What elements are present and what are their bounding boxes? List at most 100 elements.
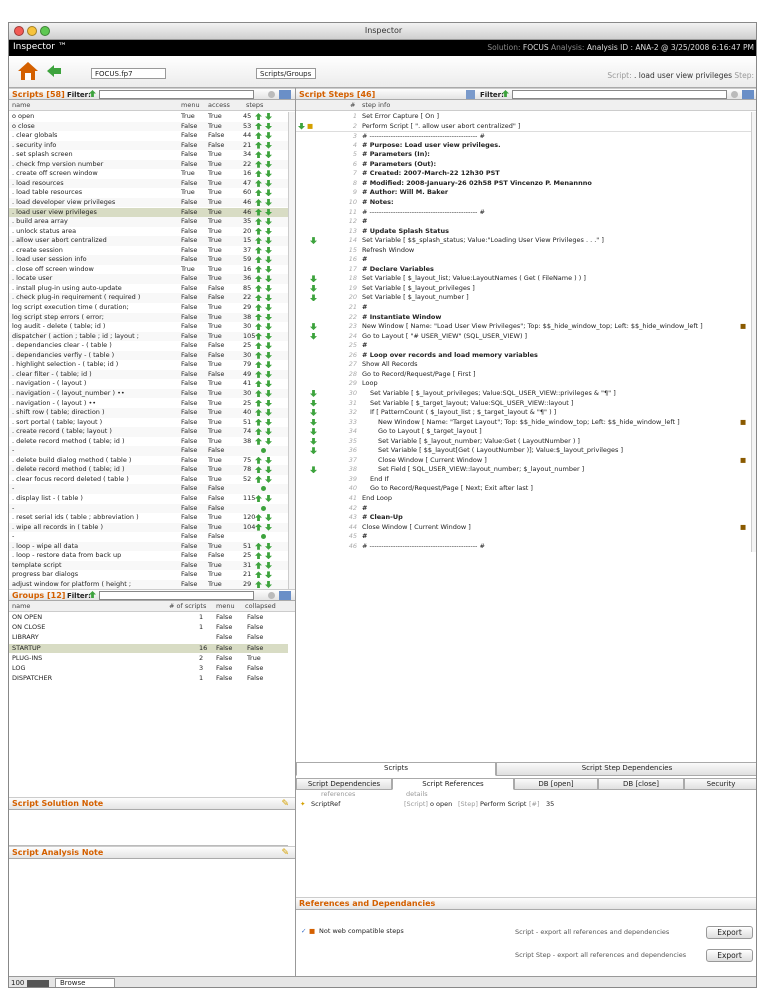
expand-arrow-icon[interactable] [255, 113, 262, 120]
clear-filter-icon[interactable] [268, 91, 275, 98]
pencil-icon[interactable]: ✎ [281, 848, 289, 858]
tab-script-dependencies[interactable]: Script Dependencies [296, 778, 392, 790]
collapse-arrow-icon[interactable] [265, 198, 272, 206]
collapse-arrow-icon[interactable] [265, 170, 272, 178]
zoom-controls-icon[interactable] [27, 980, 49, 987]
script-row[interactable]: - False False [9, 503, 288, 514]
script-row[interactable]: - False False [9, 484, 288, 494]
script-row[interactable]: . clear globals False False 44 [9, 131, 288, 141]
step-row[interactable]: 31 Set Variable [ $_target_layout; Value:… [296, 399, 751, 409]
expand-arrow-icon[interactable] [255, 370, 262, 378]
step-row[interactable]: 33 New Window [ Name: "Target Layout"; To… [296, 418, 751, 428]
collapse-arrow-icon[interactable] [265, 466, 272, 474]
collapse-arrow-icon[interactable] [265, 122, 272, 130]
script-row[interactable]: o close False True 53 [9, 121, 288, 132]
step-row[interactable]: 1 Set Error Capture [ On ] [296, 112, 751, 122]
script-row[interactable]: . load resources False True 47 [9, 178, 288, 189]
collapse-arrow-icon[interactable] [265, 208, 272, 216]
script-row[interactable]: . check fmp version number False True 22 [9, 159, 288, 170]
script-row[interactable]: . build area array False True 35 [9, 217, 288, 227]
expand-arrow-icon[interactable] [255, 351, 262, 359]
script-row[interactable]: - False False [9, 446, 288, 456]
collapse-arrow-icon[interactable] [265, 275, 272, 283]
group-row[interactable]: ON CLOSE 1 False False [9, 623, 288, 633]
script-row[interactable]: . create off screen window True True 16 [9, 169, 288, 179]
step-row[interactable]: 34 Go to Layout [ $_target_layout ] [296, 427, 751, 437]
script-row[interactable]: adjust window for platform ( height ; Fal… [9, 579, 288, 590]
script-row[interactable]: . clear focus record deleted ( table ) Fa… [9, 475, 288, 485]
col-access[interactable]: access [208, 101, 230, 109]
step-row[interactable]: 37 Close Window [ Current Window ] ■ [296, 456, 751, 466]
expand-arrow-icon[interactable] [255, 265, 262, 273]
col-num-scripts[interactable]: # of scripts [169, 602, 206, 610]
script-row[interactable]: . wipe all records in ( table ) False True… [9, 522, 288, 533]
collapse-arrow-icon[interactable] [265, 523, 272, 531]
expand-arrow-icon[interactable] [255, 189, 262, 197]
expand-arrow-icon[interactable] [255, 179, 262, 187]
document-icon[interactable] [466, 90, 475, 99]
collapse-arrow-icon[interactable] [265, 323, 272, 331]
expand-arrow-icon[interactable] [255, 399, 262, 407]
col-steps[interactable]: steps [246, 101, 263, 109]
collapse-arrow-icon[interactable] [265, 351, 272, 359]
script-row[interactable]: . set splash screen False True 34 [9, 150, 288, 160]
step-row[interactable]: 11 # ------------------------------------… [296, 208, 751, 218]
ref-row[interactable]: ✦ ScriptRef [Script] o open [Step] Perfo… [296, 800, 751, 810]
script-row[interactable]: . delete build dialog method ( table ) Fa… [9, 456, 288, 466]
collapse-arrow-icon[interactable] [265, 456, 272, 464]
step-row[interactable]: 18 Set Variable [ $_layout_list; Value:La… [296, 274, 751, 284]
home-icon[interactable] [17, 61, 39, 81]
expand-arrow-icon[interactable] [255, 323, 262, 331]
script-row[interactable]: . check plug-in requirement ( required )… [9, 293, 288, 303]
expand-arrow-icon[interactable] [255, 542, 262, 550]
script-row[interactable]: . delete record method ( table; id ) Fals… [9, 465, 288, 475]
collapse-arrow-icon[interactable] [265, 160, 272, 168]
script-row[interactable]: . unlock status area False True 20 [9, 227, 288, 237]
script-row[interactable]: . load table resources True True 60 [9, 188, 288, 198]
col-collapsed[interactable]: collapsed [245, 602, 276, 610]
script-row[interactable]: . load user view privileges False True 46 [9, 207, 288, 217]
clear-filter-icon[interactable] [731, 91, 738, 98]
file-selector[interactable]: FOCUS.fp7 [91, 68, 166, 79]
script-row[interactable]: . clear filter - ( table; id ) False False… [9, 369, 288, 380]
collapse-arrow-icon[interactable] [265, 141, 272, 149]
tab-scripts[interactable]: Scripts [296, 762, 496, 776]
step-row[interactable]: 13 # Update Splash Status [296, 227, 751, 237]
step-row[interactable]: 28 Go to Record/Request/Page [ First ] [296, 370, 751, 380]
collapse-arrow-icon[interactable] [265, 399, 272, 407]
collapse-arrow-icon[interactable] [265, 428, 272, 436]
collapse-arrow-icon[interactable] [265, 132, 272, 140]
expand-arrow-icon[interactable] [255, 466, 262, 474]
collapse-arrow-icon[interactable] [265, 294, 272, 302]
script-row[interactable]: . create session False True 37 [9, 246, 288, 256]
script-row[interactable]: . highlight selection - ( table; id ) Fal… [9, 360, 288, 370]
collapse-arrow-icon[interactable] [265, 361, 272, 369]
collapse-arrow-icon[interactable] [265, 265, 272, 273]
step-row[interactable]: 43 # Clean-Up [296, 513, 751, 523]
group-row[interactable]: LIBRARY False False [9, 633, 288, 643]
script-row[interactable]: progress bar dialogs False True 21 [9, 570, 288, 580]
step-row[interactable]: 38 Set Field [ SQL_USER_VIEW::layout_numb… [296, 465, 751, 475]
back-arrow-icon[interactable] [47, 65, 61, 77]
tab-db-open[interactable]: DB [open] [514, 778, 598, 790]
step-row[interactable]: 12 # [296, 217, 751, 227]
step-row[interactable]: 24 Go to Layout [ "# USER_VIEW" (SQL_USER… [296, 332, 751, 342]
collapse-arrow-icon[interactable] [265, 380, 272, 388]
expand-arrow-icon[interactable] [255, 246, 262, 254]
script-row[interactable]: - False False [9, 532, 288, 542]
step-row[interactable]: 26 # Loop over records and load memory va… [296, 351, 751, 361]
collapse-arrow-icon[interactable] [265, 418, 272, 426]
step-row[interactable]: 29 Loop [296, 379, 751, 389]
script-row[interactable]: . load developer view privileges False Tru… [9, 197, 288, 208]
expand-arrow-icon[interactable] [255, 361, 262, 369]
solution-note-field[interactable] [9, 810, 288, 846]
step-row[interactable]: 35 Set Variable [ $_layout_number; Value:… [296, 437, 751, 447]
step-row[interactable]: 6 # Parameters (Out): [296, 160, 751, 170]
expand-arrow-icon[interactable] [255, 409, 262, 417]
expand-arrow-icon[interactable] [255, 495, 262, 502]
expand-arrow-icon[interactable] [255, 227, 262, 235]
collapse-arrow-icon[interactable] [265, 571, 272, 579]
collapse-arrow-icon[interactable] [265, 304, 272, 311]
collapse-arrow-icon[interactable] [265, 113, 272, 120]
steps-scrollbar[interactable] [751, 112, 756, 552]
